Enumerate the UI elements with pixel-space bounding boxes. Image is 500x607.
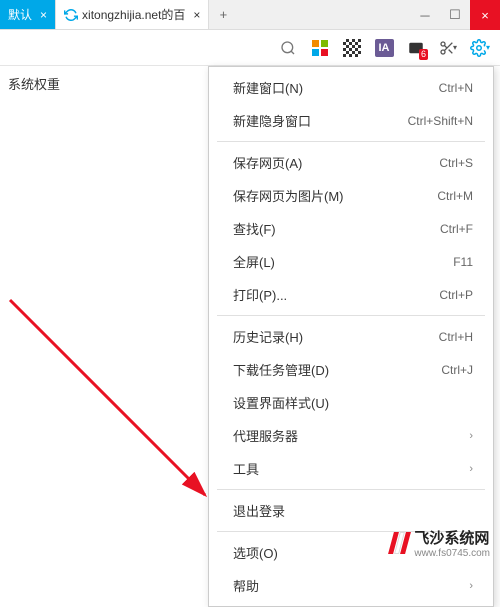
menu-history[interactable]: 历史记录(H)Ctrl+H	[209, 320, 493, 353]
menu-downloads[interactable]: 下载任务管理(D)Ctrl+J	[209, 353, 493, 386]
notification-icon[interactable]: 6	[402, 34, 430, 62]
watermark-logo	[391, 532, 408, 554]
qrcode-icon[interactable]	[338, 34, 366, 62]
ia-icon[interactable]: IA	[370, 34, 398, 62]
menu-save-image[interactable]: 保存网页为图片(M)Ctrl+M	[209, 179, 493, 212]
menu-proxy[interactable]: 代理服务器›	[209, 419, 493, 452]
menu-separator	[217, 141, 485, 142]
menu-logout[interactable]: 退出登录	[209, 494, 493, 527]
tab-inactive[interactable]: xitongzhijia.net的百 ×	[56, 0, 209, 29]
chevron-right-icon: ›	[469, 463, 473, 475]
window-close-button[interactable]: ×	[470, 0, 500, 30]
minimize-button[interactable]: ─	[410, 0, 440, 30]
dropdown-menu: 新建窗口(N)Ctrl+N 新建隐身窗口Ctrl+Shift+N 保存网页(A)…	[208, 66, 494, 607]
tab-inactive-label: xitongzhijia.net的百	[82, 6, 185, 23]
notification-badge: 6	[419, 49, 428, 60]
watermark-url: www.fs0745.com	[414, 548, 490, 559]
menu-fullscreen[interactable]: 全屏(L)F11	[209, 245, 493, 278]
new-tab-button[interactable]: +	[209, 0, 237, 29]
close-icon[interactable]: ×	[193, 8, 200, 22]
arrow-annotation	[0, 290, 230, 520]
apps-icon[interactable]	[306, 34, 334, 62]
watermark-title: 飞沙系统网	[414, 527, 490, 548]
menu-help[interactable]: 帮助›	[209, 569, 493, 602]
menu-separator	[217, 315, 485, 316]
menu-tools[interactable]: 工具›	[209, 452, 493, 485]
watermark: 飞沙系统网 www.fs0745.com	[391, 527, 490, 559]
maximize-button[interactable]: ☐	[440, 0, 470, 30]
sidebar-text: 系统权重	[8, 74, 60, 93]
tab-active-label: 默认	[8, 6, 32, 23]
gear-icon[interactable]: ▾	[466, 34, 494, 62]
close-icon[interactable]: ×	[40, 8, 47, 22]
menu-new-window[interactable]: 新建窗口(N)Ctrl+N	[209, 71, 493, 104]
scissors-icon[interactable]: ▾	[434, 34, 462, 62]
chevron-right-icon: ›	[469, 430, 473, 442]
menu-save-page[interactable]: 保存网页(A)Ctrl+S	[209, 146, 493, 179]
menu-new-incognito[interactable]: 新建隐身窗口Ctrl+Shift+N	[209, 104, 493, 137]
menu-separator	[217, 489, 485, 490]
menu-find[interactable]: 查找(F)Ctrl+F	[209, 212, 493, 245]
chevron-right-icon: ›	[469, 580, 473, 592]
refresh-icon	[64, 8, 78, 22]
tab-active[interactable]: 默认 ×	[0, 0, 56, 29]
search-icon[interactable]	[274, 34, 302, 62]
menu-print[interactable]: 打印(P)...Ctrl+P	[209, 278, 493, 311]
menu-ui-style[interactable]: 设置界面样式(U)	[209, 386, 493, 419]
